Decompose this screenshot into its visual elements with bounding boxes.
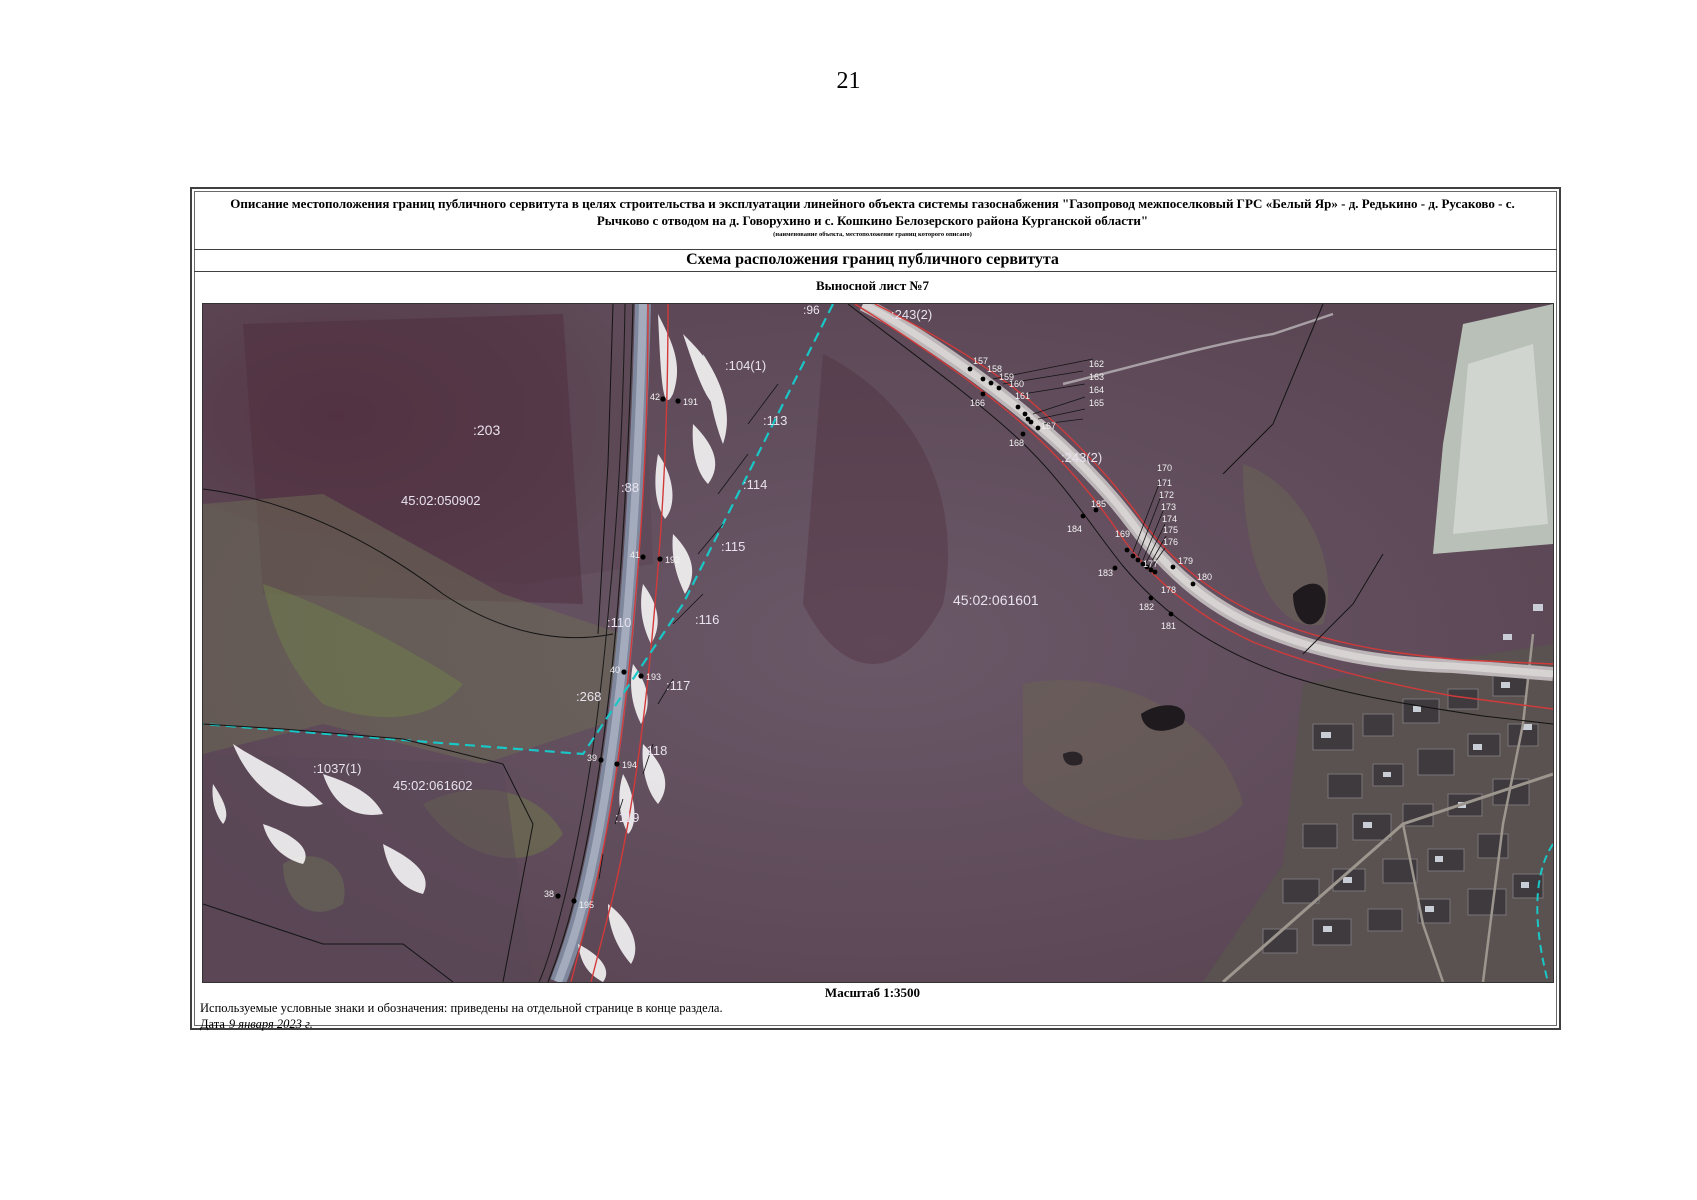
cadastral-label: :1037(1) — [313, 761, 361, 776]
point-label: 171 — [1157, 478, 1172, 488]
point-label: 170 — [1157, 463, 1172, 473]
map-scale: Масштаб 1:3500 — [824, 985, 921, 1000]
point-label: 162 — [1089, 359, 1104, 369]
cadastral-label: :268 — [576, 689, 601, 704]
date-value: 9 января 2023 г. — [228, 1017, 313, 1031]
point-label: 41 — [630, 550, 640, 560]
point-label: 177 — [1143, 559, 1158, 569]
scheme-title: Схема расположения границ публичного сер… — [686, 251, 1059, 268]
point-label: 166 — [970, 398, 985, 408]
cadastral-label: :113 — [763, 413, 787, 428]
point-label: 168 — [1009, 438, 1024, 448]
cadastral-label: :117 — [666, 678, 690, 693]
page-number: 21 — [836, 68, 861, 94]
point-label: 183 — [1098, 568, 1113, 578]
cadastral-label: :203 — [473, 422, 500, 438]
point-label: 174 — [1162, 514, 1177, 524]
cadastral-label: :243(2) — [1061, 450, 1102, 465]
document-header: Описание местоположения границ публичног… — [198, 193, 1547, 249]
point-label: 180 — [1197, 572, 1212, 582]
point-label: 163 — [1089, 372, 1104, 382]
cadastral-label: :104(1) — [725, 358, 766, 373]
point-label: 173 — [1161, 502, 1176, 512]
point-label: 157 — [973, 356, 988, 366]
point-label: 169 — [1115, 529, 1130, 539]
header-title: Описание местоположения границ публичног… — [230, 196, 1515, 228]
quarter-label: 45:02:050902 — [401, 493, 481, 508]
quarter-label: 45:02:061602 — [393, 778, 473, 793]
point-label: 193 — [646, 672, 661, 682]
point-label: 179 — [1178, 556, 1193, 566]
cadastral-label: :116 — [695, 612, 719, 627]
cadastral-label: :88 — [621, 480, 639, 495]
point-label: 165 — [1089, 398, 1104, 408]
point-label: 176 — [1163, 537, 1178, 547]
satellite-map[interactable]: :203 45:02:050902 :104(1) :113 :114 :115… — [202, 303, 1554, 983]
point-label: 38 — [544, 889, 554, 899]
separator-line — [194, 271, 1557, 272]
point-label: 185 — [1091, 499, 1106, 509]
cadastral-label: :96 — [803, 304, 820, 317]
cadastral-label: :243(2) — [891, 307, 932, 322]
point-label: 191 — [683, 397, 698, 407]
cadastral-label: :115 — [721, 539, 745, 554]
point-label: 167 — [1041, 421, 1056, 431]
point-label: 184 — [1067, 524, 1082, 534]
sheet-title: Выносной лист №7 — [815, 278, 930, 293]
point-label: 40 — [610, 665, 620, 675]
document-frame: Описание местоположения границ публичног… — [190, 187, 1561, 1032]
point-label: 175 — [1163, 525, 1178, 535]
point-label: 194 — [622, 760, 637, 770]
quarter-label: 45:02:061601 — [953, 592, 1039, 608]
point-label: 164 — [1089, 385, 1104, 395]
point-label: 160 — [1009, 379, 1024, 389]
point-label: 182 — [1139, 602, 1154, 612]
cadastral-label: :119 — [615, 810, 639, 825]
point-label: 39 — [587, 753, 597, 763]
point-label: 181 — [1161, 621, 1176, 631]
legend-note: Используемые условные знаки и обозначени… — [200, 1001, 723, 1015]
point-label: 42 — [650, 392, 660, 402]
cadastral-label: :114 — [743, 477, 767, 492]
point-label: 192 — [665, 555, 680, 565]
cadastral-label: :110 — [607, 615, 631, 630]
point-label: 195 — [579, 900, 594, 910]
header-note: (наименование объекта, местоположение гр… — [773, 231, 972, 238]
point-label: 172 — [1159, 490, 1174, 500]
cadastral-label: :118 — [643, 743, 667, 758]
date-line: Дата 9 января 2023 г. — [200, 1017, 313, 1032]
point-label: 178 — [1161, 585, 1176, 595]
date-label: Дата — [200, 1017, 225, 1031]
point-label: 161 — [1015, 391, 1030, 401]
